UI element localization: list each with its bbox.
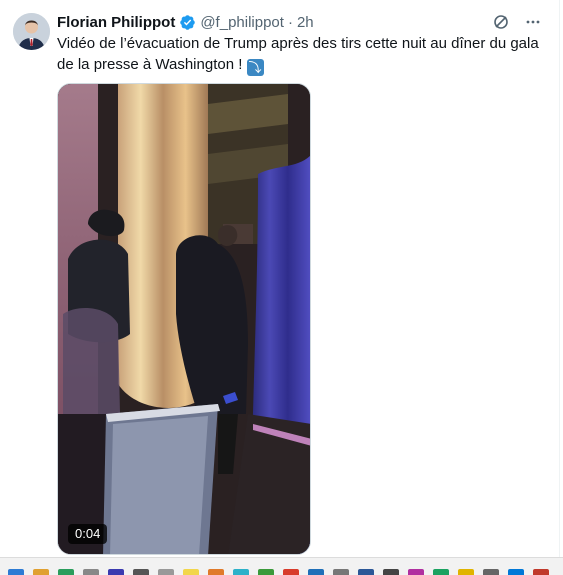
- tweet-text-body: Vidéo de l’évacuation de Trump après des…: [57, 35, 539, 73]
- app-icon-9[interactable]: [208, 569, 224, 575]
- tweet-actions-top: [491, 12, 543, 32]
- app-icon-11[interactable]: [258, 569, 274, 575]
- video-frame: [58, 84, 310, 554]
- tweet-card[interactable]: Florian Philippot @f_philippot · 2h Vidé…: [0, 0, 560, 557]
- avatar-image: [13, 13, 50, 50]
- app-icon-20[interactable]: [483, 569, 499, 575]
- video-player[interactable]: 0:04: [57, 83, 311, 555]
- app-icon-5[interactable]: [108, 569, 124, 575]
- verified-badge-icon: [179, 14, 196, 31]
- app-icon-15[interactable]: [358, 569, 374, 575]
- app-icon-3[interactable]: [58, 569, 74, 575]
- app-icon-6[interactable]: [133, 569, 149, 575]
- app-icon-4[interactable]: [83, 569, 99, 575]
- app-icon-13[interactable]: [308, 569, 324, 575]
- app-icon-19[interactable]: [458, 569, 474, 575]
- app-icon-21[interactable]: [508, 569, 524, 575]
- app-icon-7[interactable]: [158, 569, 174, 575]
- grok-icon[interactable]: [491, 12, 511, 32]
- app-icon-8[interactable]: [183, 569, 199, 575]
- separator-dot: ·: [287, 13, 293, 31]
- video-duration: 0:04: [68, 524, 108, 544]
- app-icon-16[interactable]: [383, 569, 399, 575]
- tweet-header: Florian Philippot @f_philippot · 2h: [57, 12, 314, 32]
- app-icon-22[interactable]: [533, 569, 549, 575]
- app-icon-17[interactable]: [408, 569, 424, 575]
- app-icon-14[interactable]: [333, 569, 349, 575]
- more-icon[interactable]: [523, 12, 543, 32]
- app-icon-10[interactable]: [233, 569, 249, 575]
- timestamp[interactable]: 2h: [297, 14, 314, 31]
- app-icon-1[interactable]: [8, 569, 24, 575]
- app-icon-12[interactable]: [283, 569, 299, 575]
- arrow-down-emoji: ⤵: [246, 59, 264, 76]
- app-icon-2[interactable]: [33, 569, 49, 575]
- tweet-text: Vidéo de l’évacuation de Trump après des…: [57, 33, 547, 76]
- author-handle[interactable]: @f_philippot: [200, 14, 284, 31]
- taskbar: [0, 557, 563, 575]
- author-name[interactable]: Florian Philippot: [57, 14, 175, 31]
- avatar[interactable]: [13, 13, 50, 50]
- app-icon-18[interactable]: [433, 569, 449, 575]
